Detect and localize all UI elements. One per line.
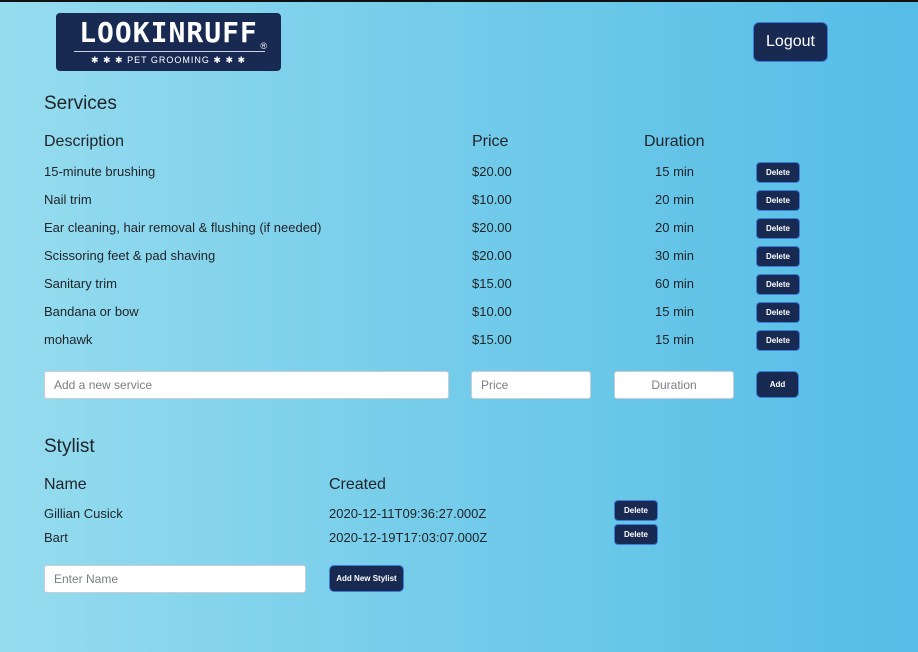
delete-service-button[interactable]: Delete <box>756 218 800 239</box>
stylist-created: 2020-12-11T09:36:27.000Z <box>329 506 487 521</box>
service-price: $10.00 <box>472 304 512 319</box>
delete-service-button[interactable]: Delete <box>756 302 800 323</box>
service-duration: 20 min <box>655 192 695 207</box>
delete-stylist-button[interactable]: Delete <box>614 524 658 545</box>
stylist-name-input[interactable] <box>44 565 306 593</box>
stylist-col-created: Created <box>329 476 386 493</box>
new-service-description-input[interactable] <box>44 371 449 399</box>
logo-divider <box>74 51 265 52</box>
stylist-name: Gillian Cusick <box>44 506 123 521</box>
service-price: $20.00 <box>472 164 512 179</box>
add-stylist-button[interactable]: Add New Stylist <box>329 565 404 592</box>
service-description: Bandana or bow <box>44 304 139 319</box>
registered-mark: ® <box>260 41 267 51</box>
stylist-title: Stylist <box>44 436 95 457</box>
logout-button[interactable]: Logout <box>753 22 828 62</box>
add-service-button[interactable]: Add <box>756 371 799 398</box>
service-price: $20.00 <box>472 248 512 263</box>
service-description: Sanitary trim <box>44 276 117 291</box>
service-row: Ear cleaning, hair removal & flushing (i… <box>0 214 918 242</box>
new-service-duration-input[interactable] <box>614 371 734 399</box>
delete-service-button[interactable]: Delete <box>756 330 800 351</box>
service-row: Nail trim $10.00 20 min Delete <box>0 186 918 214</box>
new-service-price-input[interactable] <box>471 371 591 399</box>
service-row: Bandana or bow $10.00 15 min Delete <box>0 298 918 326</box>
service-duration: 20 min <box>655 220 695 235</box>
stylist-row: Gillian Cusick 2020-12-11T09:36:27.000Z … <box>0 500 918 524</box>
service-description: mohawk <box>44 332 93 347</box>
service-description: Ear cleaning, hair removal & flushing (i… <box>44 220 322 235</box>
service-row: Scissoring feet & pad shaving $20.00 30 … <box>0 242 918 270</box>
service-price: $20.00 <box>472 220 512 235</box>
stylist-created: 2020-12-19T17:03:07.000Z <box>329 530 488 545</box>
delete-service-button[interactable]: Delete <box>756 246 800 267</box>
logo-wordmark: LOOKINRUFF <box>79 16 258 49</box>
services-title: Services <box>44 93 117 114</box>
service-description: 15-minute brushing <box>44 164 156 179</box>
delete-service-button[interactable]: Delete <box>756 274 800 295</box>
service-row: Sanitary trim $15.00 60 min Delete <box>0 270 918 298</box>
service-price: $10.00 <box>472 192 512 207</box>
logo-tagline: ✱ ✱ ✱ PET GROOMING ✱ ✱ ✱ <box>90 55 247 65</box>
service-duration: 15 min <box>655 304 695 319</box>
service-row: mohawk $15.00 15 min Delete <box>0 326 918 354</box>
service-duration: 60 min <box>655 276 695 291</box>
service-description: Nail trim <box>44 192 92 207</box>
stylist-col-name: Name <box>44 476 87 493</box>
service-row: 15-minute brushing $20.00 15 min Delete <box>0 158 918 186</box>
service-duration: 15 min <box>655 332 695 347</box>
stylist-row: Bart 2020-12-19T17:03:07.000Z Delete <box>0 524 918 548</box>
delete-service-button[interactable]: Delete <box>756 190 800 211</box>
service-description: Scissoring feet & pad shaving <box>44 248 216 263</box>
delete-stylist-button[interactable]: Delete <box>614 500 658 521</box>
services-col-duration: Duration <box>644 133 705 150</box>
services-col-price: Price <box>472 133 509 150</box>
service-duration: 15 min <box>655 164 695 179</box>
brand-logo: LOOKINRUFF ® ✱ ✱ ✱ PET GROOMING ✱ ✱ ✱ <box>56 13 281 71</box>
services-col-description: Description <box>44 133 125 150</box>
stylist-name: Bart <box>44 530 68 545</box>
service-duration: 30 min <box>655 248 695 263</box>
service-price: $15.00 <box>472 332 512 347</box>
delete-service-button[interactable]: Delete <box>756 162 800 183</box>
service-price: $15.00 <box>472 276 512 291</box>
